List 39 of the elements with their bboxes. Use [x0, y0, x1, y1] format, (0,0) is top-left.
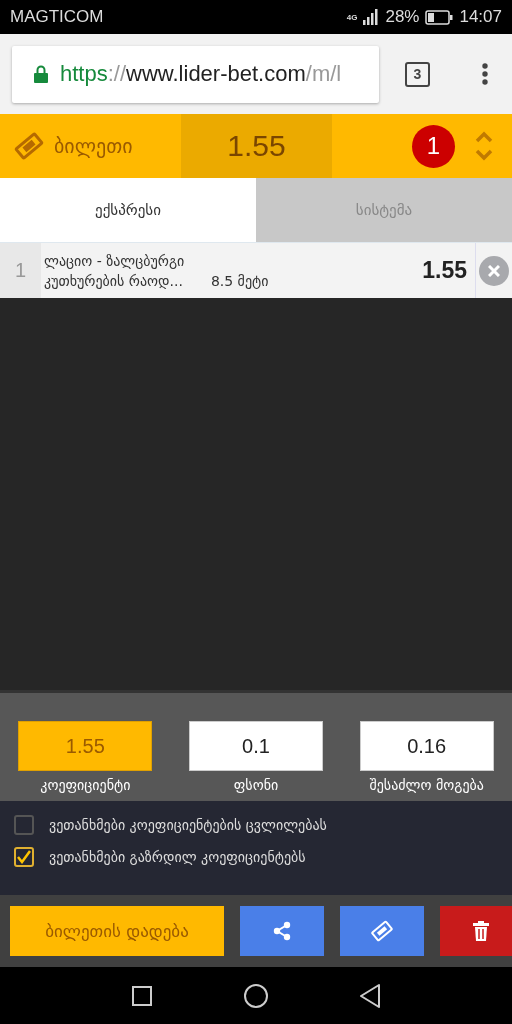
bet-number: 1	[0, 243, 41, 298]
ticket-button[interactable]	[340, 906, 424, 956]
total-odds: 1.55	[181, 114, 332, 178]
checkbox-label: ვეთანხმები გაზრდილ კოეფიციენტებს	[49, 849, 306, 865]
clock: 14:07	[459, 7, 502, 27]
home-icon[interactable]	[244, 983, 268, 1008]
ticket-icon	[370, 920, 394, 942]
share-button[interactable]	[240, 906, 324, 956]
checkbox[interactable]	[14, 847, 34, 867]
trash-icon	[473, 921, 489, 941]
checkbox-label: ვეთანხმები კოეფიციენტების ცვლილებას	[49, 817, 327, 833]
battery-percent: 28%	[385, 7, 420, 27]
checkbox[interactable]	[14, 815, 34, 835]
market-name: კუთხურების რაოდ...	[44, 272, 183, 289]
close-icon	[488, 264, 500, 277]
summary-label: კოეფიციენტი	[40, 777, 131, 793]
summary-label: ფსონი	[233, 777, 279, 793]
summary-value-field: 1.55	[18, 721, 153, 771]
tab-count-button[interactable]: 3	[405, 61, 430, 87]
carrier-name: MAGTICOM	[10, 7, 104, 27]
back-icon[interactable]	[360, 983, 380, 1008]
menu-icon[interactable]	[482, 63, 488, 85]
bet-count-badge: 1	[412, 124, 455, 168]
share-icon	[272, 921, 292, 941]
battery-icon	[425, 9, 454, 25]
match-name: ლაციო - ზალცბურგი	[44, 252, 186, 269]
bet-pick: 8.5 მეტი	[210, 272, 269, 289]
address-bar[interactable]: https://www.lider-bet.com/m/l	[12, 45, 379, 103]
ticket-icon	[14, 132, 44, 160]
recent-apps-icon[interactable]	[132, 985, 152, 1006]
summary-value-field[interactable]: 0.16	[359, 721, 494, 771]
delete-button[interactable]	[440, 906, 512, 956]
url-text: https://www.lider-bet.com/m/l	[60, 61, 342, 87]
summary-value-field[interactable]: 0.1	[189, 721, 323, 771]
ticket-title: ბილეთი	[54, 134, 133, 158]
summary-label: შესაძლო მოგება	[369, 777, 484, 793]
signal-icon	[363, 9, 380, 25]
lock-icon	[34, 65, 48, 83]
network-type: 4G	[346, 12, 358, 22]
